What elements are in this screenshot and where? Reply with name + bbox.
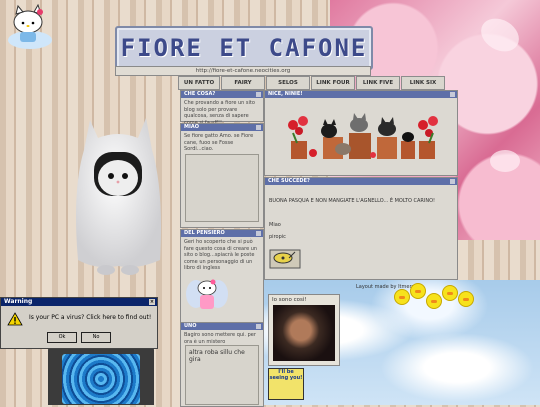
- quote-text: altra roba sillu che gira: [189, 349, 245, 363]
- post-text: BUONA PASQUA E NON MANGIATE L'AGNELLO...…: [269, 198, 436, 204]
- panel-miao: MIAO Se fiore gatto Amo. se Fiore cane, …: [180, 123, 264, 228]
- panel-title: DEL PENSIERO: [184, 230, 225, 236]
- warning-icon: [7, 312, 23, 326]
- nav-link-1[interactable]: UN FATTO: [178, 76, 220, 90]
- profile-card: Io sono così!: [268, 294, 340, 366]
- dialog-message[interactable]: Is your PC a virus? Click here to find o…: [29, 314, 151, 321]
- seeing-you-badge: I'll be seeing you!: [268, 368, 304, 400]
- panel-che-cosa: CHE COSA? Che provando a fiore un sito b…: [180, 90, 264, 126]
- panel-nice: NICE, NINIE!: [264, 90, 458, 176]
- panel-inner-box: [185, 154, 259, 222]
- panel-title: CHE SUCCEDE?: [268, 178, 310, 184]
- panel-che-succede: CHE SUCCEDE? BUONA PASQUA E NON MANGIATE…: [264, 177, 458, 280]
- panel-quote-box: altra roba sillu che gira: [185, 345, 259, 405]
- profile-heading: Io sono così!: [272, 297, 307, 303]
- panel-title: CHE COSA?: [184, 91, 216, 97]
- site-title: FIORE ET CAFONE: [120, 34, 368, 62]
- site-title-banner: FIORE ET CAFONE: [115, 26, 373, 70]
- close-icon[interactable]: [256, 231, 261, 236]
- hello-kitty-icon: [8, 4, 52, 49]
- nav-link-5[interactable]: LINK FIVE: [356, 76, 400, 90]
- ok-button[interactable]: Ok: [47, 332, 77, 343]
- panel-uno: UNO Bagiro sono mettere qui. per ora è u…: [180, 322, 264, 407]
- ghost-cat-figure: [76, 118, 161, 275]
- nav-bar: UN FATTO FAIRY SELOS LINK FOUR LINK FIVE…: [178, 76, 445, 90]
- post-sub-1: Miao: [269, 222, 281, 228]
- close-icon[interactable]: ×: [149, 299, 155, 305]
- nav-link-6[interactable]: LINK SIX: [401, 76, 445, 90]
- profile-photo: [273, 305, 335, 361]
- nav-link-2[interactable]: FAIRY: [221, 76, 265, 90]
- dancing-chicks-image: [392, 283, 482, 313]
- record-player-icon: [269, 249, 301, 269]
- warning-dialog: Warning × Is your PC a virus? Click here …: [0, 297, 158, 349]
- panel-title: NICE, NINIE!: [268, 91, 303, 97]
- close-icon[interactable]: [450, 92, 455, 97]
- close-icon[interactable]: [256, 324, 261, 329]
- nav-link-3[interactable]: SELOS: [266, 76, 310, 90]
- site-url[interactable]: http://fiore-et-cafone.neocities.org: [115, 66, 371, 76]
- post-sub-2: piropic: [269, 234, 286, 240]
- nav-link-4[interactable]: LINK FOUR: [311, 76, 355, 90]
- panel-title: UNO: [184, 323, 197, 329]
- no-button[interactable]: No: [81, 332, 111, 343]
- crt-tv-image: [48, 346, 154, 405]
- cats-and-flowers-image: [288, 113, 438, 159]
- panel-del-pensiero: DEL PENSIERO Geri ho scoperto che si può…: [180, 229, 264, 323]
- close-icon[interactable]: [256, 125, 261, 130]
- close-icon[interactable]: [450, 179, 455, 184]
- hello-kitty-fairy-icon: [186, 279, 228, 309]
- panel-text: Geri ho scoperto che si può fare questo …: [184, 239, 258, 271]
- panel-title: MIAO: [184, 124, 199, 130]
- close-icon[interactable]: [256, 92, 261, 97]
- dialog-title: Warning: [4, 298, 33, 305]
- panel-text: Se fiore gatto Amo. se Fiore cane, fuoo …: [184, 133, 254, 152]
